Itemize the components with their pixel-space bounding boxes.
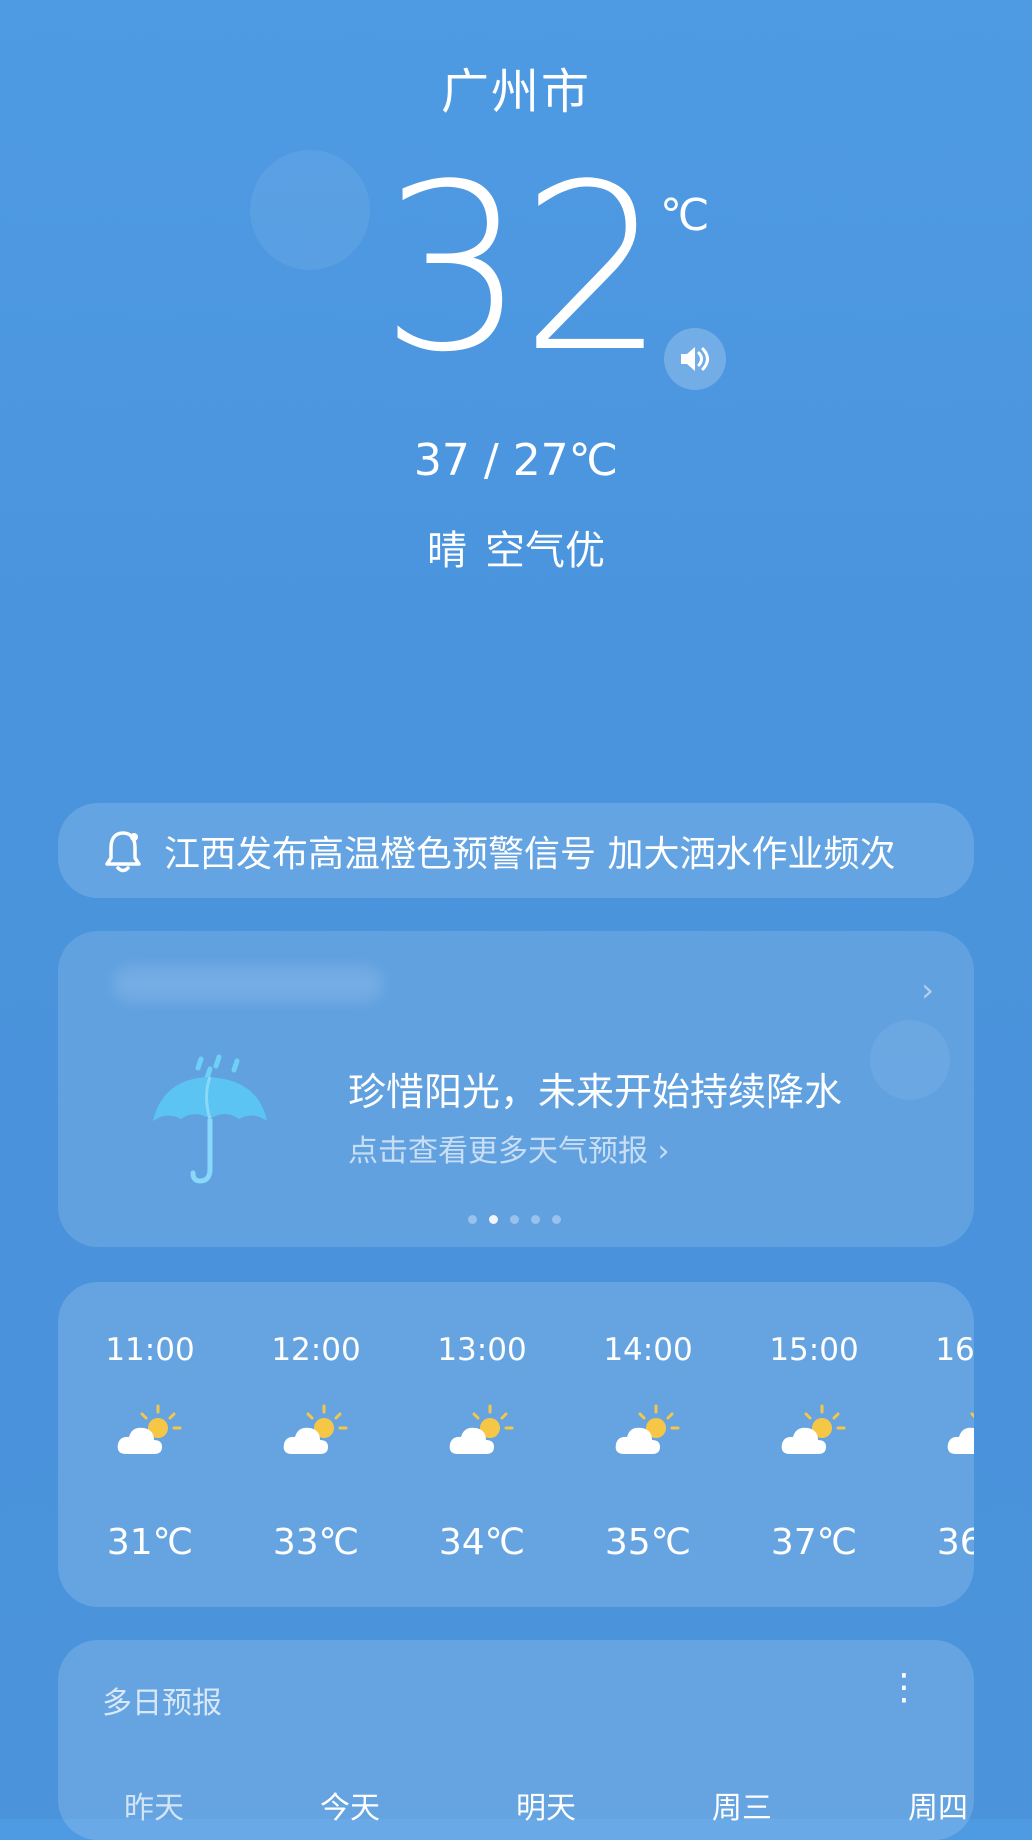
page-dot	[510, 1215, 519, 1224]
city-name: 广州市	[440, 64, 591, 120]
page-dot	[531, 1215, 540, 1224]
more-forecast-link-text: 点击查看更多天气预报	[348, 1134, 648, 1169]
umbrella-rain-icon	[143, 1051, 283, 1195]
hour-time: 13:00	[437, 1332, 527, 1368]
partly-sunny-icon	[778, 1402, 850, 1466]
promo-headline: 珍惜阳光，未来开始持续降水	[348, 1070, 843, 1114]
hour-temperature: 31℃	[106, 1522, 194, 1563]
hour-temperature: 33℃	[272, 1522, 360, 1563]
blurred-label	[113, 966, 383, 1002]
hour-temperature: 35℃	[604, 1522, 692, 1563]
forecast-promo-card[interactable]: › 珍惜阳光，未来开始持续降水 点击查看更多天气预报 ›	[58, 931, 974, 1247]
speaker-icon	[681, 347, 709, 371]
background-glow	[250, 150, 370, 270]
page-dot	[552, 1215, 561, 1224]
day-label[interactable]: 昨天	[124, 1783, 184, 1827]
hour-temperature: 36℃	[936, 1522, 974, 1563]
page-dot-active	[489, 1215, 498, 1224]
day-label[interactable]: 周四	[908, 1783, 968, 1827]
chevron-right-icon[interactable]: ›	[921, 971, 934, 1009]
hour-time: 14:00	[603, 1332, 693, 1368]
weather-alert-banner[interactable]: 江西发布高温橙色预警信号 加大洒水作业频次	[58, 803, 974, 898]
day-label[interactable]: 周三	[712, 1783, 772, 1827]
air-quality-text: 空气优	[485, 528, 605, 574]
temperature-range: 37 / 27℃	[413, 435, 619, 486]
bell-icon	[100, 828, 146, 874]
temperature-unit: ℃	[660, 190, 710, 241]
more-forecast-link[interactable]: 点击查看更多天气预报 ›	[348, 1126, 670, 1170]
multi-day-title: 多日预报	[102, 1686, 222, 1721]
current-temperature: 32	[380, 136, 667, 403]
hour-temperature: 34℃	[438, 1522, 526, 1563]
alert-text: 江西发布高温橙色预警信号 加大洒水作业频次	[164, 833, 896, 875]
partly-sunny-icon	[280, 1402, 352, 1466]
hour-temperature: 37℃	[770, 1522, 858, 1563]
partly-sunny-icon	[114, 1402, 186, 1466]
multi-day-forecast[interactable]: 多日预报 ⋮ 昨天 今天 明天 周三 周四	[58, 1640, 974, 1840]
condition-text: 晴	[427, 528, 467, 574]
hour-time: 16:00	[935, 1332, 974, 1368]
hourly-forecast[interactable]: 11:00 31℃ 12:00 33℃ 13:00 34℃ 14:00 35℃ 15:00 37℃…	[58, 1282, 974, 1607]
partly-sunny-icon	[612, 1402, 684, 1466]
chevron-right-icon: ›	[657, 1134, 670, 1169]
more-options-icon[interactable]: ⋮	[886, 1670, 922, 1706]
speaker-button[interactable]	[664, 328, 726, 390]
hour-time: 11:00	[105, 1332, 195, 1368]
hour-time: 15:00	[769, 1332, 859, 1368]
partly-sunny-icon	[944, 1402, 974, 1466]
hour-time: 12:00	[271, 1332, 361, 1368]
day-label[interactable]: 今天	[320, 1783, 380, 1827]
page-indicator	[468, 1215, 561, 1224]
weather-condition: 晴空气优	[0, 518, 1032, 576]
partly-sunny-icon	[446, 1402, 518, 1466]
day-label[interactable]: 明天	[516, 1783, 576, 1827]
page-dot	[468, 1215, 477, 1224]
